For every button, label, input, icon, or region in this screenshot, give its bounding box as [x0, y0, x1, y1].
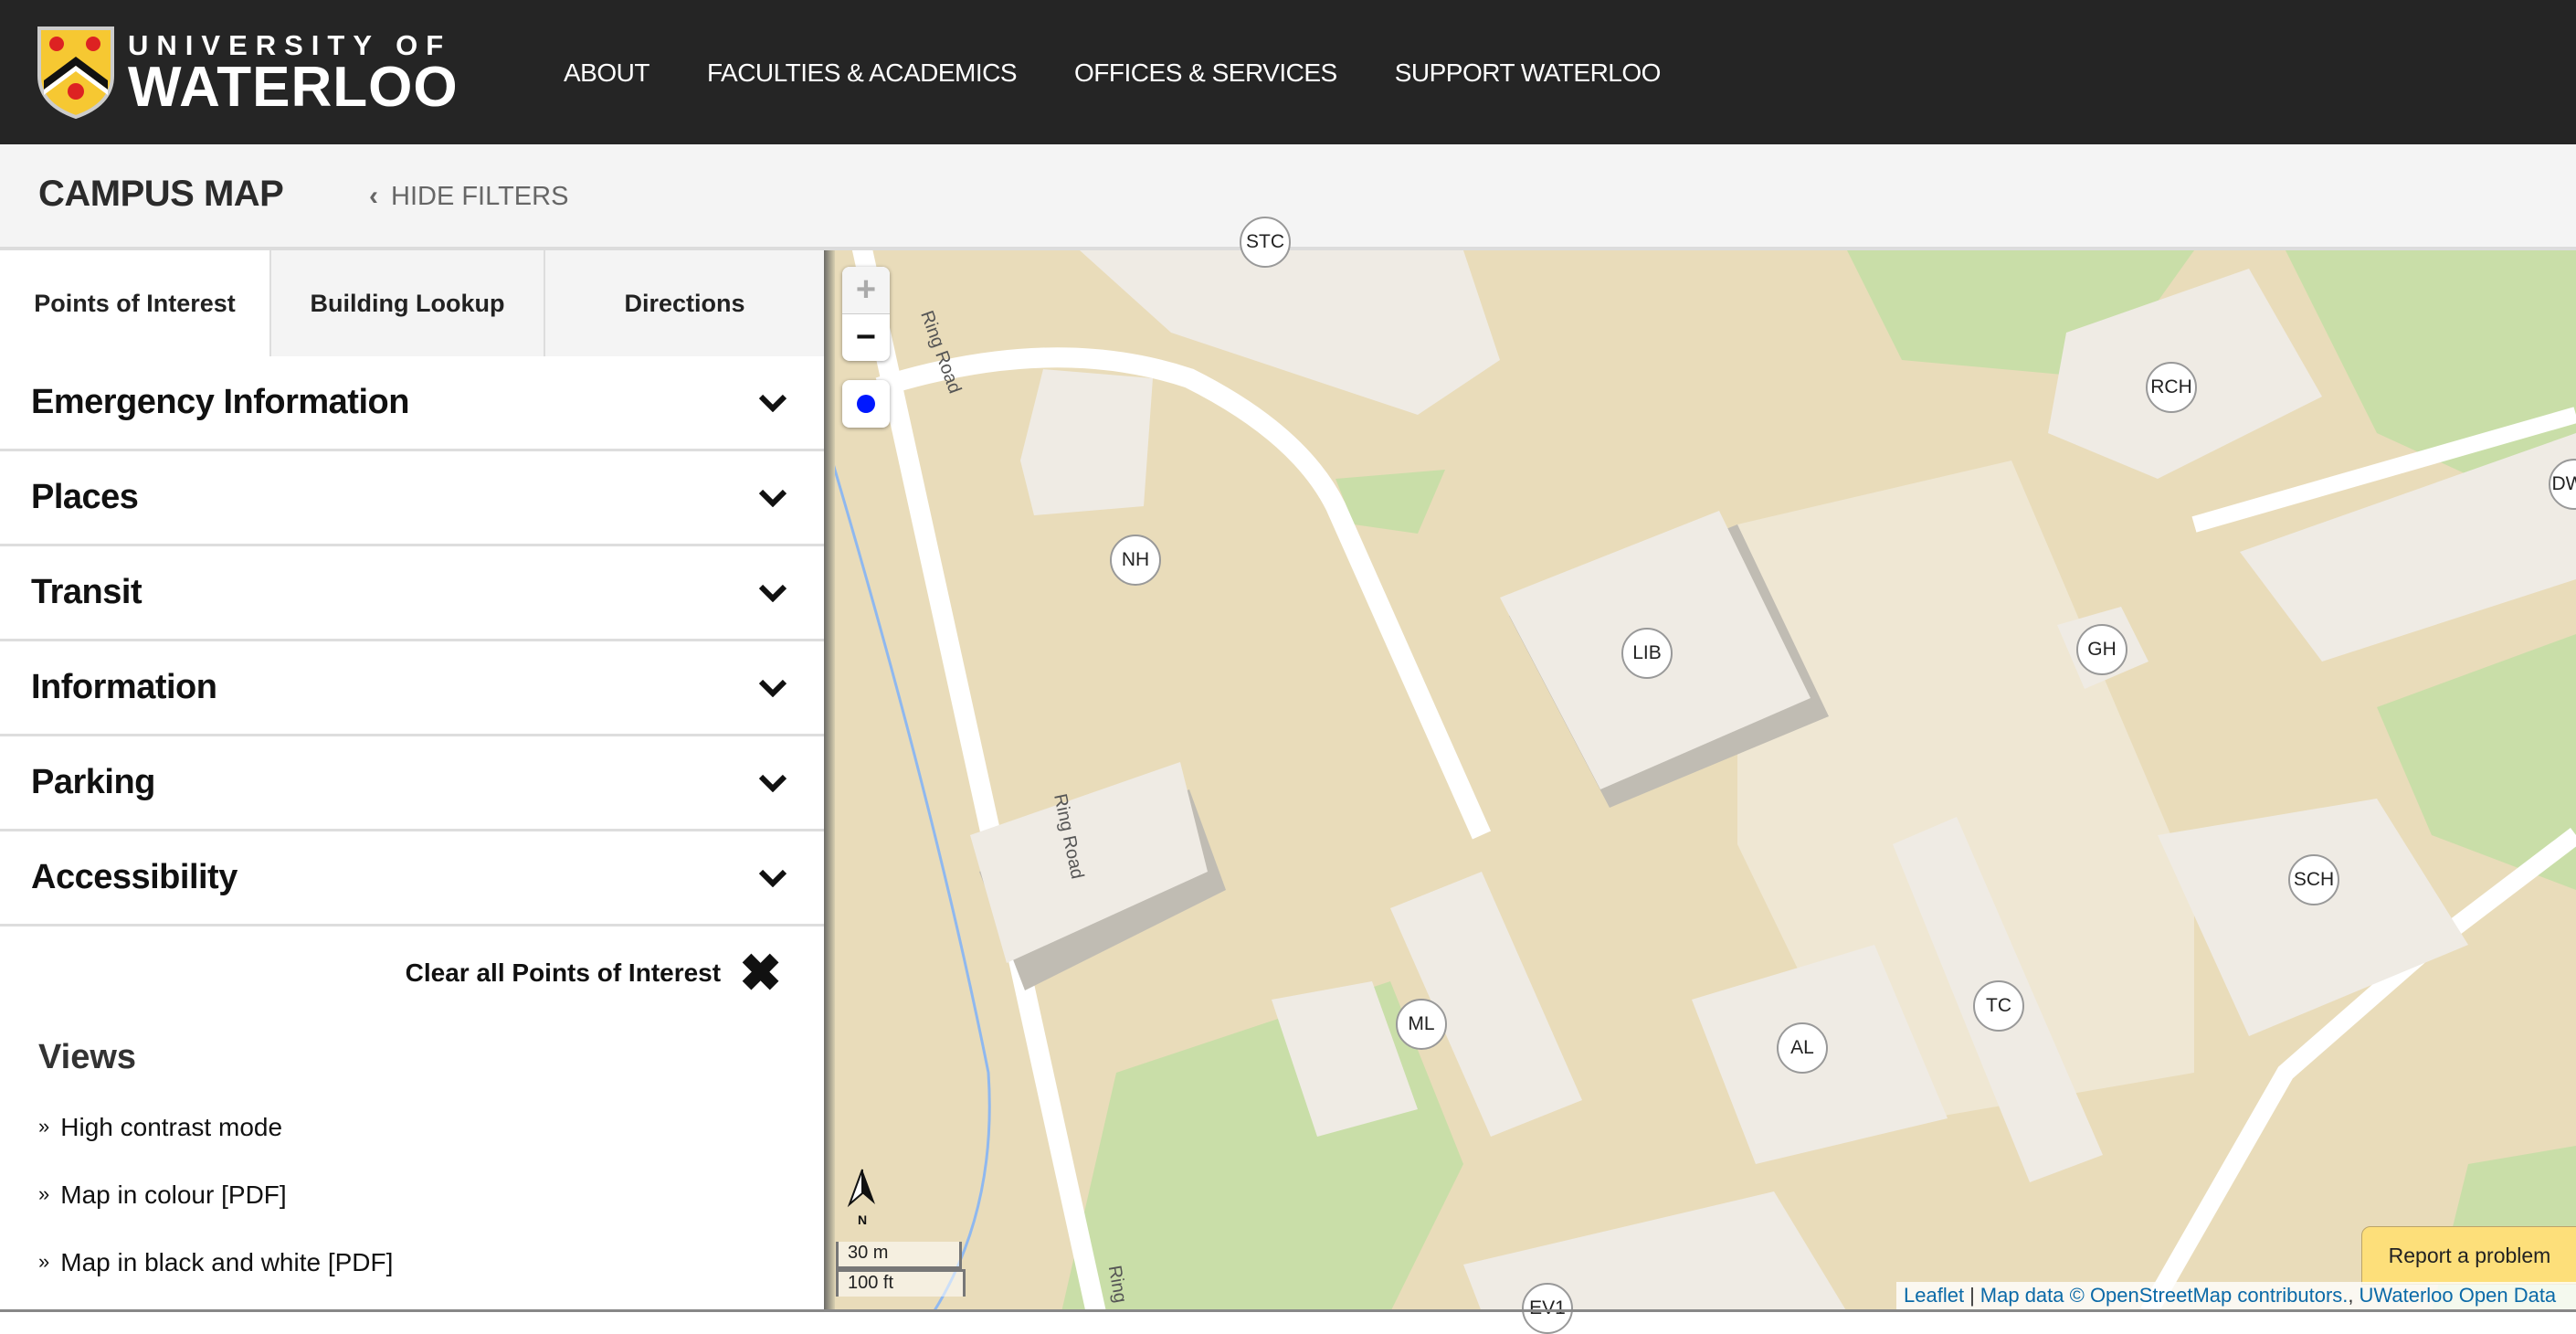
map-tiles: [824, 250, 2576, 1312]
clear-all-label: Clear all Points of Interest: [405, 958, 722, 987]
scale-metric: 30 m: [836, 1242, 962, 1269]
building-nh: [970, 369, 1226, 990]
accordion-label: Emergency Information: [31, 383, 409, 421]
scale-imperial: 100 ft: [836, 1269, 966, 1297]
accordion-information[interactable]: Information: [0, 641, 824, 736]
hide-filters-label: HIDE FILTERS: [391, 181, 569, 211]
north-label: N: [857, 1212, 868, 1227]
zoom-out-button[interactable]: −: [842, 314, 890, 361]
building-marker-stc[interactable]: STC: [1240, 217, 1291, 268]
view-link-label: Map in colour [PDF]: [60, 1180, 287, 1209]
double-chevron-icon: »: [38, 1182, 50, 1205]
views-list: » High contrast mode » Map in colour [PDF]…: [38, 1113, 393, 1316]
page-title: CAMPUS MAP: [38, 174, 284, 214]
tab-points-of-interest[interactable]: Points of Interest: [0, 250, 269, 356]
tab-building-lookup[interactable]: Building Lookup: [269, 250, 544, 356]
view-link-label: Map in black and white [PDF]: [60, 1248, 394, 1276]
building-ev1: [1463, 1191, 1847, 1312]
crest-icon: [37, 26, 114, 119]
view-link-bw-pdf[interactable]: » Map in black and white [PDF]: [38, 1248, 393, 1316]
attribution-comma: ,: [2348, 1284, 2354, 1307]
main-nav: ABOUT FACULTIES & ACADEMICS OFFICES & SE…: [564, 58, 1718, 88]
building-marker-rch[interactable]: RCH: [2146, 362, 2197, 413]
building-marker-sch[interactable]: SCH: [2288, 854, 2339, 905]
sidebar-tabs: Points of Interest Building Lookup Direc…: [0, 250, 824, 356]
views-heading: Views: [38, 1038, 137, 1076]
zoom-control: + −: [842, 267, 890, 361]
zoom-in-button[interactable]: +: [842, 267, 890, 314]
building-sch: [2158, 799, 2468, 1036]
nav-about[interactable]: ABOUT: [564, 58, 649, 88]
building-marker-ev1[interactable]: EV1: [1522, 1283, 1573, 1334]
leaflet-link[interactable]: Leaflet: [1904, 1284, 1964, 1308]
accordion-accessibility[interactable]: Accessibility: [0, 831, 824, 926]
building-marker-lib[interactable]: LIB: [1621, 628, 1673, 679]
accordion-transit[interactable]: Transit: [0, 546, 824, 641]
close-icon: ✖: [739, 944, 782, 1001]
nav-support-waterloo[interactable]: SUPPORT WATERLOO: [1395, 58, 1662, 88]
report-problem-button[interactable]: Report a problem: [2361, 1226, 2576, 1285]
sidebar-shadow: [824, 250, 835, 1312]
view-link-label: High contrast mode: [60, 1113, 283, 1141]
accordion-label: Parking: [31, 763, 155, 801]
locate-me-button[interactable]: [842, 380, 890, 428]
accordion-places[interactable]: Places: [0, 451, 824, 546]
hide-filters-button[interactable]: ‹ HIDE FILTERS: [369, 181, 568, 212]
location-dot-icon: [857, 395, 875, 413]
tab-directions[interactable]: Directions: [544, 250, 824, 356]
double-chevron-icon: »: [38, 1115, 50, 1138]
accordion-label: Accessibility: [31, 858, 238, 896]
filters-sidebar: Points of Interest Building Lookup Direc…: [0, 250, 824, 1312]
building-marker-ml[interactable]: ML: [1396, 999, 1447, 1050]
uw-open-data-link[interactable]: UWaterloo Open Data: [2360, 1284, 2557, 1308]
attribution-separator: |: [1969, 1284, 1975, 1307]
accordion-parking[interactable]: Parking: [0, 736, 824, 831]
chevron-down-icon: [758, 394, 787, 412]
nav-faculties-academics[interactable]: FACULTIES & ACADEMICS: [707, 58, 1018, 88]
university-logo[interactable]: UNIVERSITY OF WATERLOO: [37, 26, 459, 119]
chevron-down-icon: [758, 869, 787, 887]
chevron-down-icon: [758, 489, 787, 507]
top-bar: UNIVERSITY OF WATERLOO ABOUT FACULTIES &…: [0, 0, 2576, 144]
building-marker-tc[interactable]: TC: [1973, 980, 2024, 1032]
view-link-high-contrast[interactable]: » High contrast mode: [38, 1113, 393, 1180]
osm-link[interactable]: Map data © OpenStreetMap contributors.: [1980, 1284, 2349, 1308]
north-arrow: N: [842, 1168, 882, 1227]
building-marker-nh[interactable]: NH: [1110, 535, 1161, 586]
building-marker-al[interactable]: AL: [1777, 1022, 1828, 1074]
nav-offices-services[interactable]: OFFICES & SERVICES: [1074, 58, 1337, 88]
building-marker-gh[interactable]: GH: [2076, 624, 2127, 675]
accordion-label: Information: [31, 668, 217, 706]
clear-all-poi-button[interactable]: Clear all Points of Interest ✖: [405, 944, 782, 1001]
double-chevron-icon: »: [38, 1250, 50, 1273]
logo-line2: WATERLOO: [128, 56, 459, 119]
north-arrow-icon: [847, 1169, 875, 1208]
accordion-emergency-information[interactable]: Emergency Information: [0, 356, 824, 451]
accordion-label: Places: [31, 478, 139, 516]
chevron-down-icon: [758, 774, 787, 792]
map-attribution: Leaflet | Map data © OpenStreetMap contr…: [1896, 1282, 2576, 1309]
chevron-down-icon: [758, 679, 787, 697]
accordion-label: Transit: [31, 573, 143, 611]
view-link-colour-pdf[interactable]: » Map in colour [PDF]: [38, 1180, 393, 1248]
chevron-down-icon: [758, 584, 787, 602]
scale-bar: 30 m 100 ft: [836, 1242, 966, 1297]
chevron-left-icon: ‹: [369, 181, 378, 211]
poi-accordion: Emergency Information Places Transit Inf…: [0, 356, 824, 926]
campus-map[interactable]: Ring Road Ring Road Ring: [824, 250, 2576, 1312]
